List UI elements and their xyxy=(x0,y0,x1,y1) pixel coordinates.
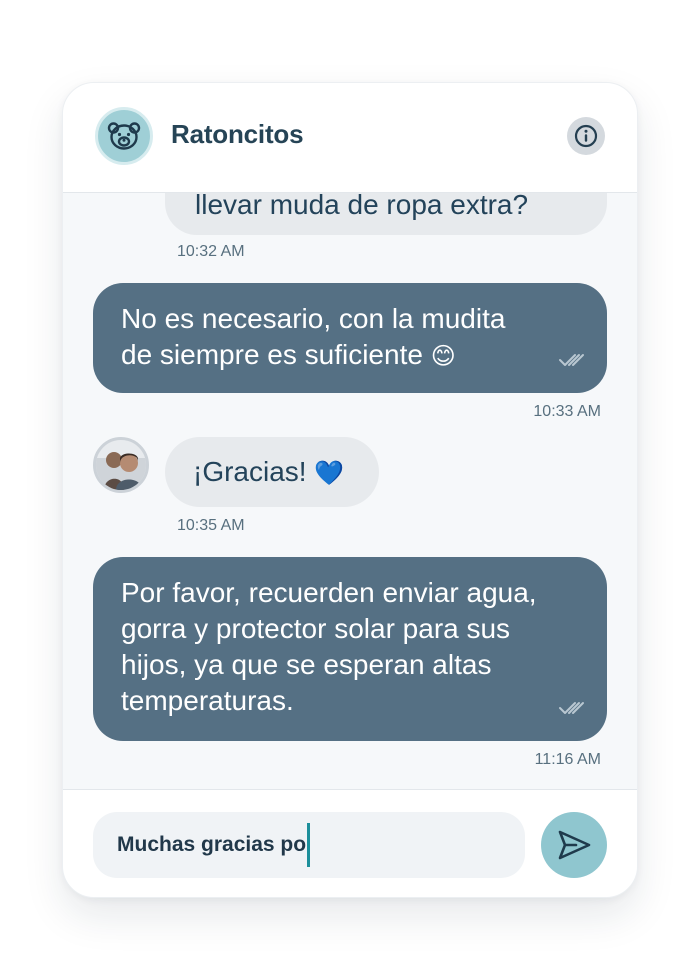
message-time: 11:16 AM xyxy=(534,751,601,768)
message-text-line: Por favor, recuerden enviar agua, xyxy=(121,577,537,608)
send-button[interactable] xyxy=(541,812,607,878)
message-bubble-incoming[interactable]: llevar muda de ropa extra? xyxy=(165,193,607,235)
blue-heart-emoji-icon: 💙 xyxy=(314,459,345,487)
text-cursor xyxy=(307,823,311,867)
message-bubble-incoming[interactable]: ¡Gracias! 💙 xyxy=(165,437,379,507)
message-text-line: hijos, ya que se esperan altas xyxy=(121,649,492,680)
message-time: 10:33 AM xyxy=(533,403,601,420)
message-text-line: de siempre es suficiente xyxy=(121,339,423,370)
info-icon xyxy=(574,124,598,148)
send-icon xyxy=(558,830,591,860)
sender-avatar[interactable] xyxy=(93,437,149,493)
message-input-value: Muchas gracias po xyxy=(117,833,307,856)
message-text-line: gorra y protector solar para sus xyxy=(121,613,511,644)
message-composer: Muchas gracias po xyxy=(63,789,637,897)
chat-window: Ratoncitos llevar muda de ropa extra? 10… xyxy=(62,82,638,898)
smile-emoji-icon: 😊 xyxy=(430,342,456,370)
double-check-icon xyxy=(559,702,584,714)
message-input[interactable]: Muchas gracias po xyxy=(93,812,525,878)
info-button[interactable] xyxy=(567,117,605,155)
group-avatar[interactable] xyxy=(95,107,153,165)
message-time: 10:35 AM xyxy=(177,517,245,534)
message-bubble-outgoing[interactable]: Por favor, recuerden enviar agua, gorra … xyxy=(93,557,607,741)
message-text: ¡Gracias! xyxy=(193,456,307,487)
chat-title: Ratoncitos xyxy=(171,119,304,149)
message-list[interactable]: llevar muda de ropa extra? 10:32 AM No e… xyxy=(63,193,637,789)
bear-icon xyxy=(107,122,141,150)
person-photo-icon xyxy=(96,440,146,490)
message-bubble-outgoing[interactable]: No es necesario, con la mudita de siempr… xyxy=(93,283,607,393)
message-text-line: temperaturas. xyxy=(121,685,294,716)
message-text-line: No es necesario, con la mudita xyxy=(121,303,506,334)
double-check-icon xyxy=(559,354,584,366)
message-time: 10:32 AM xyxy=(177,243,245,260)
chat-header: Ratoncitos xyxy=(63,83,637,193)
message-text: llevar muda de ropa extra? xyxy=(195,193,529,220)
